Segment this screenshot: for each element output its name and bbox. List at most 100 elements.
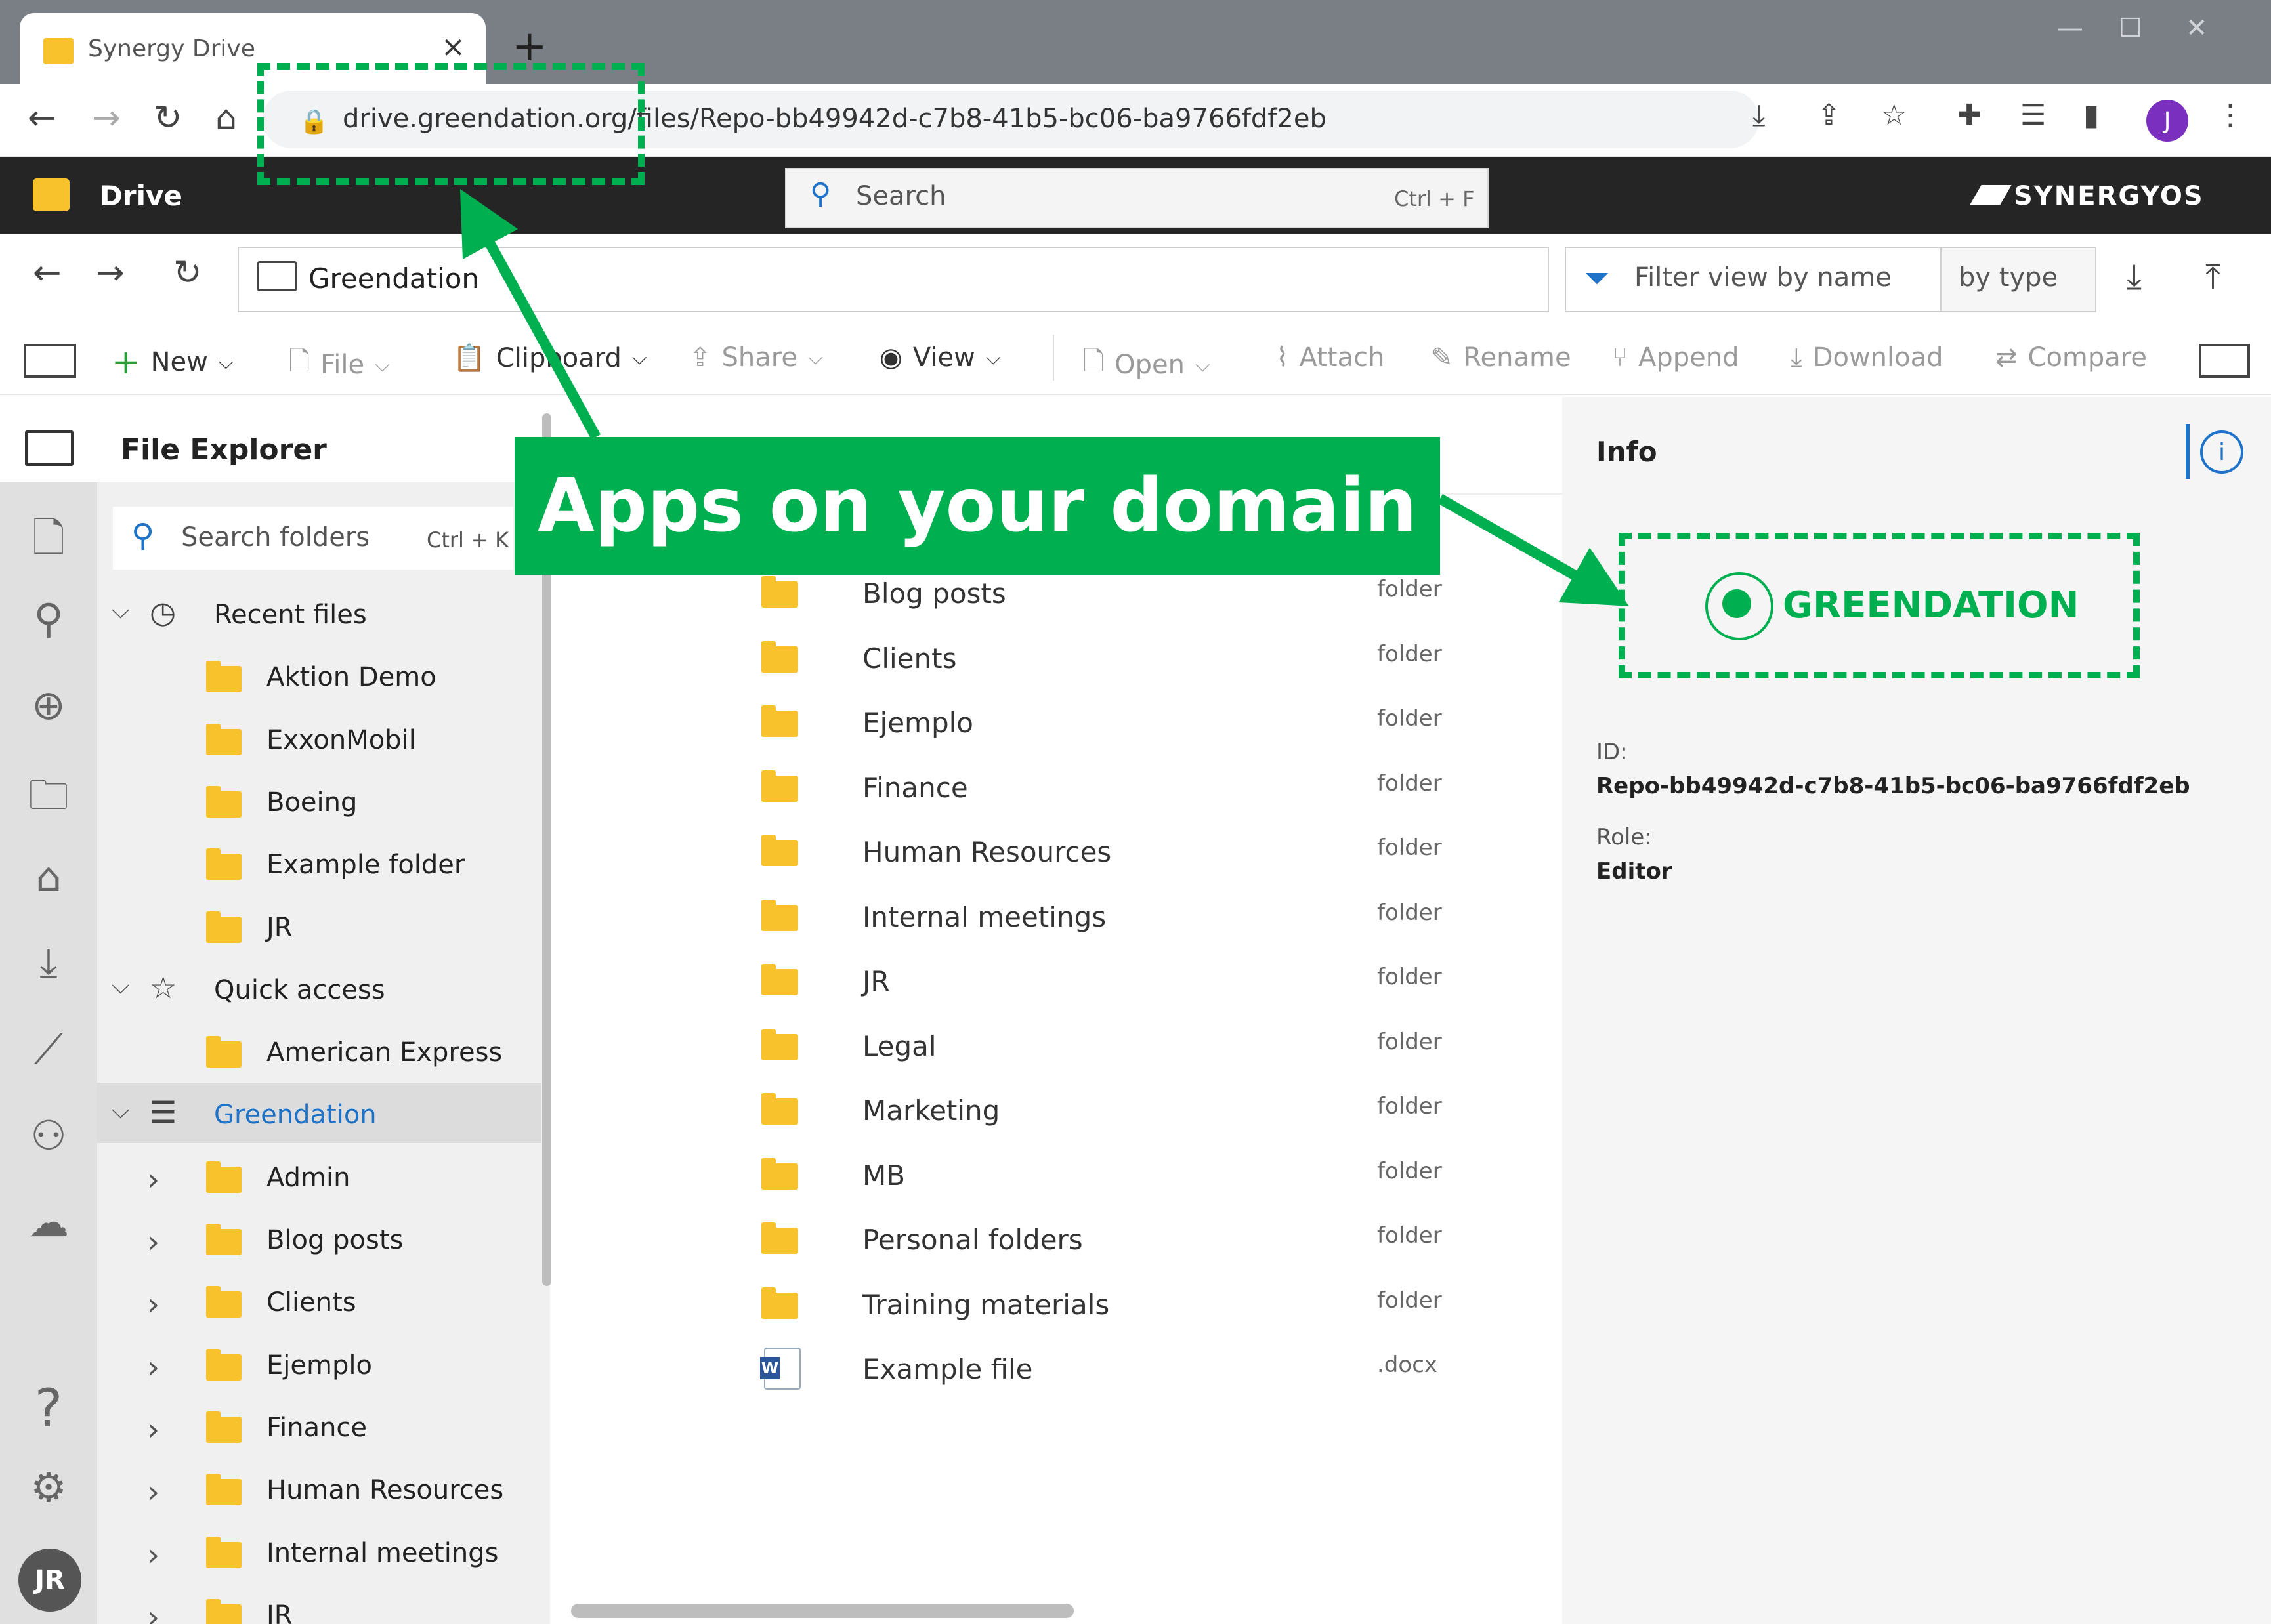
file-row[interactable]: Internal meetings folder — [761, 889, 1523, 948]
tree-item[interactable]: ExxonMobil — [105, 722, 538, 762]
download-button[interactable]: ⤓ Download — [1791, 343, 1943, 373]
path-current[interactable]: Greendation — [308, 262, 479, 295]
tree-repo-item[interactable]: › Internal meetings — [105, 1535, 538, 1575]
compare-button[interactable]: ⇄ Compare — [1995, 343, 2147, 373]
new-document-icon[interactable]: 🗋 — [22, 509, 75, 578]
attach-button[interactable]: ⌇ Attach — [1276, 343, 1384, 373]
chevron-right-icon[interactable]: › — [147, 1411, 159, 1448]
file-row[interactable]: Finance folder — [761, 760, 1523, 819]
nav-rail — [0, 397, 97, 1624]
new-button[interactable]: + New ⌵ — [112, 343, 234, 382]
help-icon[interactable]: ? — [22, 1378, 75, 1439]
right-pane-toggle-icon[interactable] — [2199, 344, 2250, 378]
tree-item[interactable]: Aktion Demo — [105, 659, 538, 699]
tree-repo-item[interactable]: › Admin — [105, 1160, 538, 1199]
tree-section-quick-access[interactable]: ⌵ ☆ Quick access — [105, 970, 538, 1012]
chevron-right-icon[interactable]: › — [147, 1286, 159, 1323]
chevron-down-icon[interactable]: ⌵ — [112, 1097, 129, 1125]
tree-item[interactable]: JR — [105, 910, 538, 949]
chevron-down-icon[interactable]: ⌵ — [112, 597, 129, 625]
tree-section-repo[interactable]: ⌵ ☰ Greendation — [105, 1094, 538, 1136]
back-icon[interactable]: ← — [28, 98, 56, 138]
side-panel-icon[interactable]: ▮ — [2083, 98, 2099, 132]
tree-repo-item[interactable]: › Blog posts — [105, 1222, 538, 1262]
file-row[interactable]: Ejemplo folder — [761, 695, 1523, 754]
tree-repo-item[interactable]: › Human Resources — [105, 1472, 538, 1512]
folder-icon — [761, 900, 798, 931]
chevron-right-icon[interactable]: › — [147, 1537, 159, 1573]
tag-icon[interactable]: ⌂ — [22, 853, 75, 901]
rename-button[interactable]: ✎ Rename — [1431, 343, 1571, 373]
file-row[interactable]: Training materials folder — [761, 1277, 1523, 1336]
search-icon: ⚲ — [810, 177, 832, 211]
tree-repo-item[interactable]: › Ejemplo — [105, 1348, 538, 1387]
install-icon[interactable]: ⤓ — [1752, 98, 1765, 132]
horizontal-scrollbar[interactable] — [571, 1604, 1074, 1618]
chevron-down-icon[interactable]: ⌵ — [112, 972, 129, 1000]
path-forward-icon[interactable]: → — [96, 253, 125, 293]
tree-repo-item[interactable]: › JR — [105, 1598, 538, 1624]
chevron-right-icon[interactable]: › — [147, 1474, 159, 1510]
view-button[interactable]: ◉ View ⌵ — [880, 343, 1001, 373]
tree-section-recent[interactable]: ⌵ ◷ Recent files — [105, 594, 538, 636]
chevron-down-icon: ⌵ — [1195, 353, 1210, 377]
share-button[interactable]: ⇪ Share ⌵ — [689, 343, 823, 373]
chevron-right-icon[interactable]: › — [147, 1161, 159, 1198]
chevron-right-icon[interactable]: › — [147, 1349, 159, 1386]
file-row[interactable]: Personal folders folder — [761, 1212, 1523, 1271]
file-button[interactable]: 🗋 File ⌵ — [289, 343, 390, 387]
file-row[interactable]: JR folder — [761, 953, 1523, 1012]
tree-label: Ejemplo — [266, 1350, 372, 1381]
maximize-icon[interactable]: ☐ — [2119, 13, 2142, 43]
reload-icon[interactable]: ↻ — [154, 98, 182, 138]
file-row[interactable]: Legal folder — [761, 1018, 1523, 1077]
folder-icon — [206, 661, 242, 692]
refresh-icon[interactable]: ↻ — [173, 253, 202, 293]
tree-item[interactable]: American Express — [105, 1035, 538, 1074]
extensions-icon[interactable]: ✚ — [1957, 98, 1982, 132]
users-icon[interactable]: ⚇ — [22, 1112, 75, 1159]
chart-icon[interactable]: ⟋ — [22, 1025, 75, 1073]
tree-label: Finance — [266, 1413, 368, 1443]
sort-down-icon[interactable]: ⤓ — [2127, 257, 2142, 297]
search-icon[interactable]: ⚲ — [22, 594, 75, 642]
sort-up-icon[interactable]: ⤒ — [2205, 257, 2220, 297]
tree-repo-item[interactable]: › Clients — [105, 1285, 538, 1324]
forward-icon[interactable]: → — [92, 98, 121, 138]
file-row[interactable]: Human Resources folder — [761, 824, 1523, 883]
path-back-icon[interactable]: ← — [33, 253, 62, 293]
chevron-right-icon[interactable]: › — [147, 1224, 159, 1260]
minimize-icon[interactable]: — — [2057, 13, 2083, 43]
bookmark-star-icon[interactable]: ☆ — [1881, 98, 1907, 132]
folder-icon — [761, 1093, 798, 1125]
gear-icon[interactable]: ⚙ — [22, 1463, 75, 1511]
tree-item[interactable]: Boeing — [105, 785, 538, 824]
tab-close-icon[interactable]: × — [441, 30, 465, 64]
info-icon[interactable]: i — [2200, 430, 2243, 474]
chevron-right-icon[interactable]: › — [147, 1599, 159, 1624]
explorer-folder-icon[interactable] — [25, 430, 74, 466]
cloud-sync-icon[interactable]: ☁ — [22, 1198, 75, 1246]
window-close-icon[interactable]: ✕ — [2186, 13, 2208, 43]
file-row[interactable]: Example file .docx — [760, 1341, 1523, 1400]
app-title[interactable]: Drive — [100, 180, 182, 212]
file-row[interactable]: Marketing folder — [761, 1083, 1523, 1142]
globe-icon[interactable]: ⊕ — [22, 681, 75, 729]
append-button[interactable]: ⑂ Append — [1612, 343, 1739, 373]
browser-menu-icon[interactable]: ⋮ — [2216, 98, 2245, 132]
share-page-icon[interactable]: ⇪ — [1817, 98, 1841, 132]
left-pane-toggle-icon[interactable] — [24, 344, 76, 378]
inbox-icon[interactable]: ⤓ — [22, 938, 75, 987]
file-row[interactable]: Clients folder — [761, 631, 1523, 690]
folder-search-icon[interactable]: 🗀 — [22, 766, 75, 835]
file-row[interactable]: MB folder — [761, 1148, 1523, 1207]
tree-item[interactable]: Example folder — [105, 847, 538, 886]
profile-avatar[interactable]: J — [2146, 100, 2188, 142]
home-icon[interactable]: ⌂ — [215, 98, 237, 138]
file-name: Ejemplo — [862, 707, 973, 739]
tree-repo-item[interactable]: › Finance — [105, 1410, 538, 1449]
clipboard-button[interactable]: 📋 Clipboard ⌵ — [453, 343, 647, 374]
open-button[interactable]: 🗋 Open ⌵ — [1083, 343, 1210, 387]
user-avatar[interactable]: JR — [18, 1549, 81, 1612]
reading-list-icon[interactable]: ☰ — [2020, 98, 2046, 132]
